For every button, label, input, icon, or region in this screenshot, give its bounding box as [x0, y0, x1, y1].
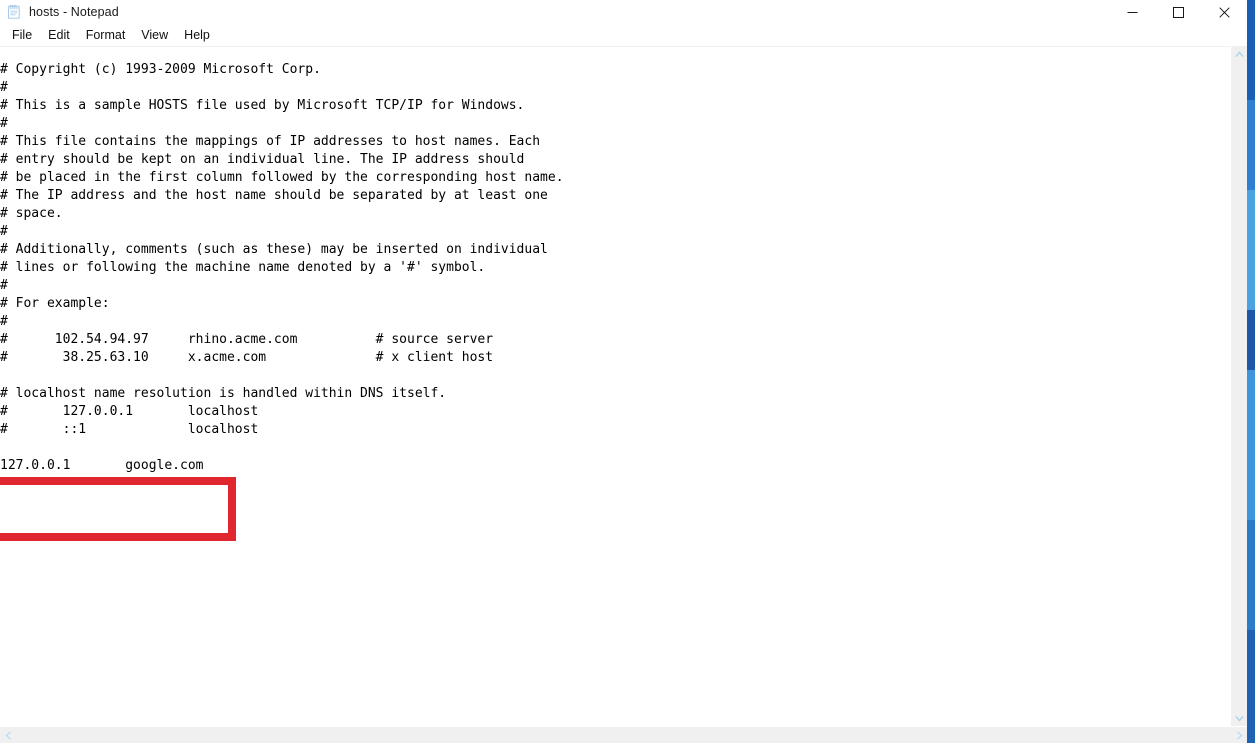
menu-item-file[interactable]: File	[4, 26, 40, 45]
window-title: hosts - Notepad	[29, 5, 119, 19]
menu-item-help[interactable]: Help	[176, 26, 218, 45]
text-editor[interactable]: # Copyright (c) 1993-2009 Microsoft Corp…	[0, 46, 1230, 726]
chevron-up-icon	[1234, 50, 1244, 57]
scroll-up-button[interactable]	[1231, 46, 1247, 62]
notepad-icon	[8, 4, 20, 19]
close-button[interactable]	[1201, 0, 1247, 24]
scroll-down-button[interactable]	[1231, 710, 1247, 726]
menu-item-edit[interactable]: Edit	[40, 26, 78, 45]
chevron-down-icon	[1234, 715, 1244, 722]
menu-item-format[interactable]: Format	[78, 26, 134, 45]
title-bar: hosts - Notepad	[0, 0, 1247, 24]
vertical-scrollbar[interactable]	[1230, 46, 1247, 726]
menu-bar: File Edit Format View Help	[0, 24, 1247, 46]
annotation-highlight-rectangle	[0, 477, 236, 541]
scroll-left-button[interactable]	[0, 727, 16, 743]
maximize-icon	[1172, 6, 1184, 18]
horizontal-scrollbar[interactable]	[0, 726, 1247, 743]
minimize-icon	[1127, 11, 1137, 13]
client-area: # Copyright (c) 1993-2009 Microsoft Corp…	[0, 46, 1247, 726]
scroll-right-button[interactable]	[1231, 727, 1247, 743]
maximize-button[interactable]	[1155, 0, 1201, 24]
notepad-window: hosts - Notepad File Edit Format View He…	[0, 0, 1247, 743]
hosts-file-text[interactable]: # Copyright (c) 1993-2009 Microsoft Corp…	[0, 61, 564, 475]
menu-item-view[interactable]: View	[133, 26, 176, 45]
chevron-right-icon	[1236, 730, 1243, 740]
window-controls	[1109, 0, 1247, 24]
minimize-button[interactable]	[1109, 0, 1155, 24]
close-icon	[1218, 6, 1230, 18]
chevron-left-icon	[4, 730, 11, 740]
screen-edge-strip	[1247, 0, 1255, 743]
